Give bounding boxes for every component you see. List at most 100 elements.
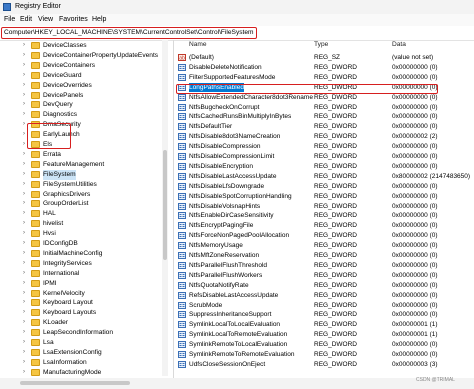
tree-item[interactable]: › DeviceContainerPropertyUpdateEvents — [0, 51, 173, 61]
tree-item[interactable]: › International — [0, 269, 173, 279]
tree-item[interactable]: › IPMI — [0, 279, 173, 289]
menu-favorites[interactable]: Favorites — [59, 16, 88, 23]
menu-file[interactable]: File — [4, 16, 15, 23]
value-row[interactable]: NtfsDisableLastAccessUpdate REG_DWORD 0x80… — [174, 172, 474, 181]
chevron-right-icon[interactable]: › — [23, 92, 29, 98]
value-row[interactable]: NtfsBugcheckOnCorrupt REG_DWORD 0x00000000… — [174, 103, 474, 112]
menu-view[interactable]: View — [38, 16, 53, 23]
value-row[interactable]: NtfsMftZoneReservation REG_DWORD 0x0000000… — [174, 251, 474, 260]
chevron-right-icon[interactable]: › — [23, 62, 29, 68]
value-row[interactable]: NtfsMemoryUsage REG_DWORD 0x00000000 (0) — [174, 241, 474, 250]
tree-item[interactable]: › LsaInformation — [0, 358, 173, 368]
tree-item[interactable]: › IntegrityServices — [0, 259, 173, 269]
chevron-right-icon[interactable]: › — [23, 191, 29, 197]
chevron-right-icon[interactable]: › — [23, 299, 29, 305]
value-row[interactable]: SymlinkLocalToRemoteEvaluation REG_DWORD 0… — [174, 330, 474, 339]
chevron-right-icon[interactable]: › — [23, 230, 29, 236]
chevron-right-icon[interactable]: › — [23, 280, 29, 286]
tree-item[interactable]: › hivelist — [0, 219, 173, 229]
chevron-right-icon[interactable]: › — [23, 151, 29, 157]
value-row[interactable]: NtfsCachedRunsBinMultiplyInBytes REG_DWOR… — [174, 112, 474, 121]
tree-item[interactable]: › GroupOrderList — [0, 199, 173, 209]
chevron-right-icon[interactable]: › — [23, 260, 29, 266]
value-row[interactable]: RefsDisableLastAccessUpdate REG_DWORD 0x00… — [174, 291, 474, 300]
value-row[interactable]: NtfsDisableCompression REG_DWORD 0x0000000… — [174, 142, 474, 151]
tree-item[interactable]: › KernelVelocity — [0, 289, 173, 299]
tree-item[interactable]: › DeviceContainers — [0, 61, 173, 71]
menu-edit[interactable]: Edit — [20, 16, 32, 23]
chevron-right-icon[interactable]: › — [23, 200, 29, 206]
value-row[interactable]: DisableDeleteNotification REG_DWORD 0x0000… — [174, 63, 474, 72]
value-row[interactable]: SymlinkLocalToLocalEvaluation REG_DWORD 0x… — [174, 320, 474, 329]
tree-item[interactable]: › DeviceOverrides — [0, 81, 173, 91]
chevron-right-icon[interactable]: › — [23, 171, 29, 177]
value-row[interactable]: NtfsDisableCompressionLimit REG_DWORD 0x00… — [174, 152, 474, 161]
tree-item[interactable]: › Keyboard Layout — [0, 298, 173, 308]
horizontal-scrollbar[interactable] — [0, 378, 474, 389]
tree-item[interactable]: › ManufacturingMode — [0, 368, 173, 378]
value-row[interactable]: NtfsDefaultTier REG_DWORD 0x00000000 (0) — [174, 122, 474, 131]
value-row[interactable]: UdfsCloseSessionOnEject REG_DWORD 0x000000… — [174, 360, 474, 369]
tree-item[interactable]: › DevQuery — [0, 100, 173, 110]
chevron-right-icon[interactable]: › — [23, 161, 29, 167]
tree-item[interactable]: › EarlyLaunch — [0, 130, 173, 140]
chevron-right-icon[interactable]: › — [23, 181, 29, 187]
value-row[interactable]: NtfsParallelFlushWorkers REG_DWORD 0x00000… — [174, 271, 474, 280]
tree-item[interactable]: › FeatureManagement — [0, 160, 173, 170]
value-row[interactable]: NtfsEncryptPagingFile REG_DWORD 0x00000000… — [174, 221, 474, 230]
tree-item[interactable]: › InitialMachineConfig — [0, 249, 173, 259]
tree-item[interactable]: › Hvsi — [0, 229, 173, 239]
tree-item[interactable]: › DevicePanels — [0, 91, 173, 101]
chevron-right-icon[interactable]: › — [23, 359, 29, 365]
value-row[interactable]: NtfsDisableEncryption REG_DWORD 0x00000000… — [174, 162, 474, 171]
value-row[interactable]: NtfsQuotaNotifyRate REG_DWORD 0x00000000 (… — [174, 281, 474, 290]
column-header-type[interactable]: Type — [314, 40, 328, 50]
column-header-name[interactable]: Name — [189, 40, 207, 50]
tree-item[interactable]: › DmaSecurity — [0, 120, 173, 130]
tree-item[interactable]: › FileSystemUtilities — [0, 180, 173, 190]
column-header-data[interactable]: Data — [392, 40, 406, 50]
value-row[interactable]: SuppressInheritanceSupport REG_DWORD 0x000… — [174, 310, 474, 319]
tree-item[interactable]: › DeviceClasses — [0, 41, 173, 51]
value-row[interactable]: NtfsParallelFlushThreshold REG_DWORD 0x000… — [174, 261, 474, 270]
chevron-right-icon[interactable]: › — [23, 220, 29, 226]
chevron-right-icon[interactable]: › — [23, 270, 29, 276]
tree-item[interactable]: › LsaExtensionConfig — [0, 348, 173, 358]
tree-item[interactable]: › IDConfigDB — [0, 239, 173, 249]
value-row[interactable]: FilterSupportedFeaturesMode REG_DWORD 0x00… — [174, 73, 474, 82]
tree-item[interactable]: › HAL — [0, 209, 173, 219]
chevron-right-icon[interactable]: › — [23, 250, 29, 256]
tree-item[interactable]: › Errata — [0, 150, 173, 160]
chevron-right-icon[interactable]: › — [23, 319, 29, 325]
chevron-right-icon[interactable]: › — [23, 42, 29, 48]
value-row[interactable]: NtfsEnableDirCaseSensitivity REG_DWORD 0x0… — [174, 211, 474, 220]
value-row[interactable]: ab (Default) REG_SZ (value not set) — [174, 53, 474, 62]
chevron-right-icon[interactable]: › — [23, 52, 29, 58]
value-row[interactable]: NtfsDisable8dot3NameCreation REG_DWORD 0x0… — [174, 132, 474, 141]
tree-item[interactable]: › Diagnostics — [0, 110, 173, 120]
tree-item[interactable]: › KLoader — [0, 318, 173, 328]
chevron-right-icon[interactable]: › — [23, 309, 29, 315]
chevron-right-icon[interactable]: › — [23, 369, 29, 375]
key-tree-pane[interactable]: › DeviceClasses › DeviceContainerPropertyUp… — [0, 40, 174, 389]
address-path[interactable]: Computer\HKEY_LOCAL_MACHINE\SYSTEM\Curre… — [1, 27, 257, 39]
tree-item[interactable]: › FileSystem — [0, 169, 173, 180]
value-row[interactable]: NtfsDisableSpotCorruptionHandling REG_DWO… — [174, 192, 474, 201]
chevron-right-icon[interactable]: › — [23, 82, 29, 88]
tree-item[interactable]: › LeapSecondInformation — [0, 328, 173, 338]
tree-item[interactable]: › Els — [0, 140, 173, 150]
tree-item[interactable]: › DeviceGuard — [0, 71, 173, 81]
chevron-right-icon[interactable]: › — [23, 329, 29, 335]
chevron-right-icon[interactable]: › — [23, 111, 29, 117]
tree-item[interactable]: › GraphicsDrivers — [0, 190, 173, 200]
tree-item[interactable]: › Keyboard Layouts — [0, 308, 173, 318]
chevron-right-icon[interactable]: › — [23, 290, 29, 296]
value-row[interactable]: SymlinkRemoteToRemoteEvaluation REG_DWORD… — [174, 350, 474, 359]
tree-item[interactable]: › Lsa — [0, 338, 173, 348]
menu-help[interactable]: Help — [92, 16, 106, 23]
chevron-right-icon[interactable]: › — [23, 349, 29, 355]
chevron-right-icon[interactable]: › — [23, 72, 29, 78]
horizontal-scrollbar-thumb[interactable] — [20, 381, 130, 385]
value-row[interactable]: NtfsDisableLfsDowngrade REG_DWORD 0x000000… — [174, 182, 474, 191]
value-row[interactable]: NtfsDisableVolsnapHints REG_DWORD 0x000000… — [174, 202, 474, 211]
